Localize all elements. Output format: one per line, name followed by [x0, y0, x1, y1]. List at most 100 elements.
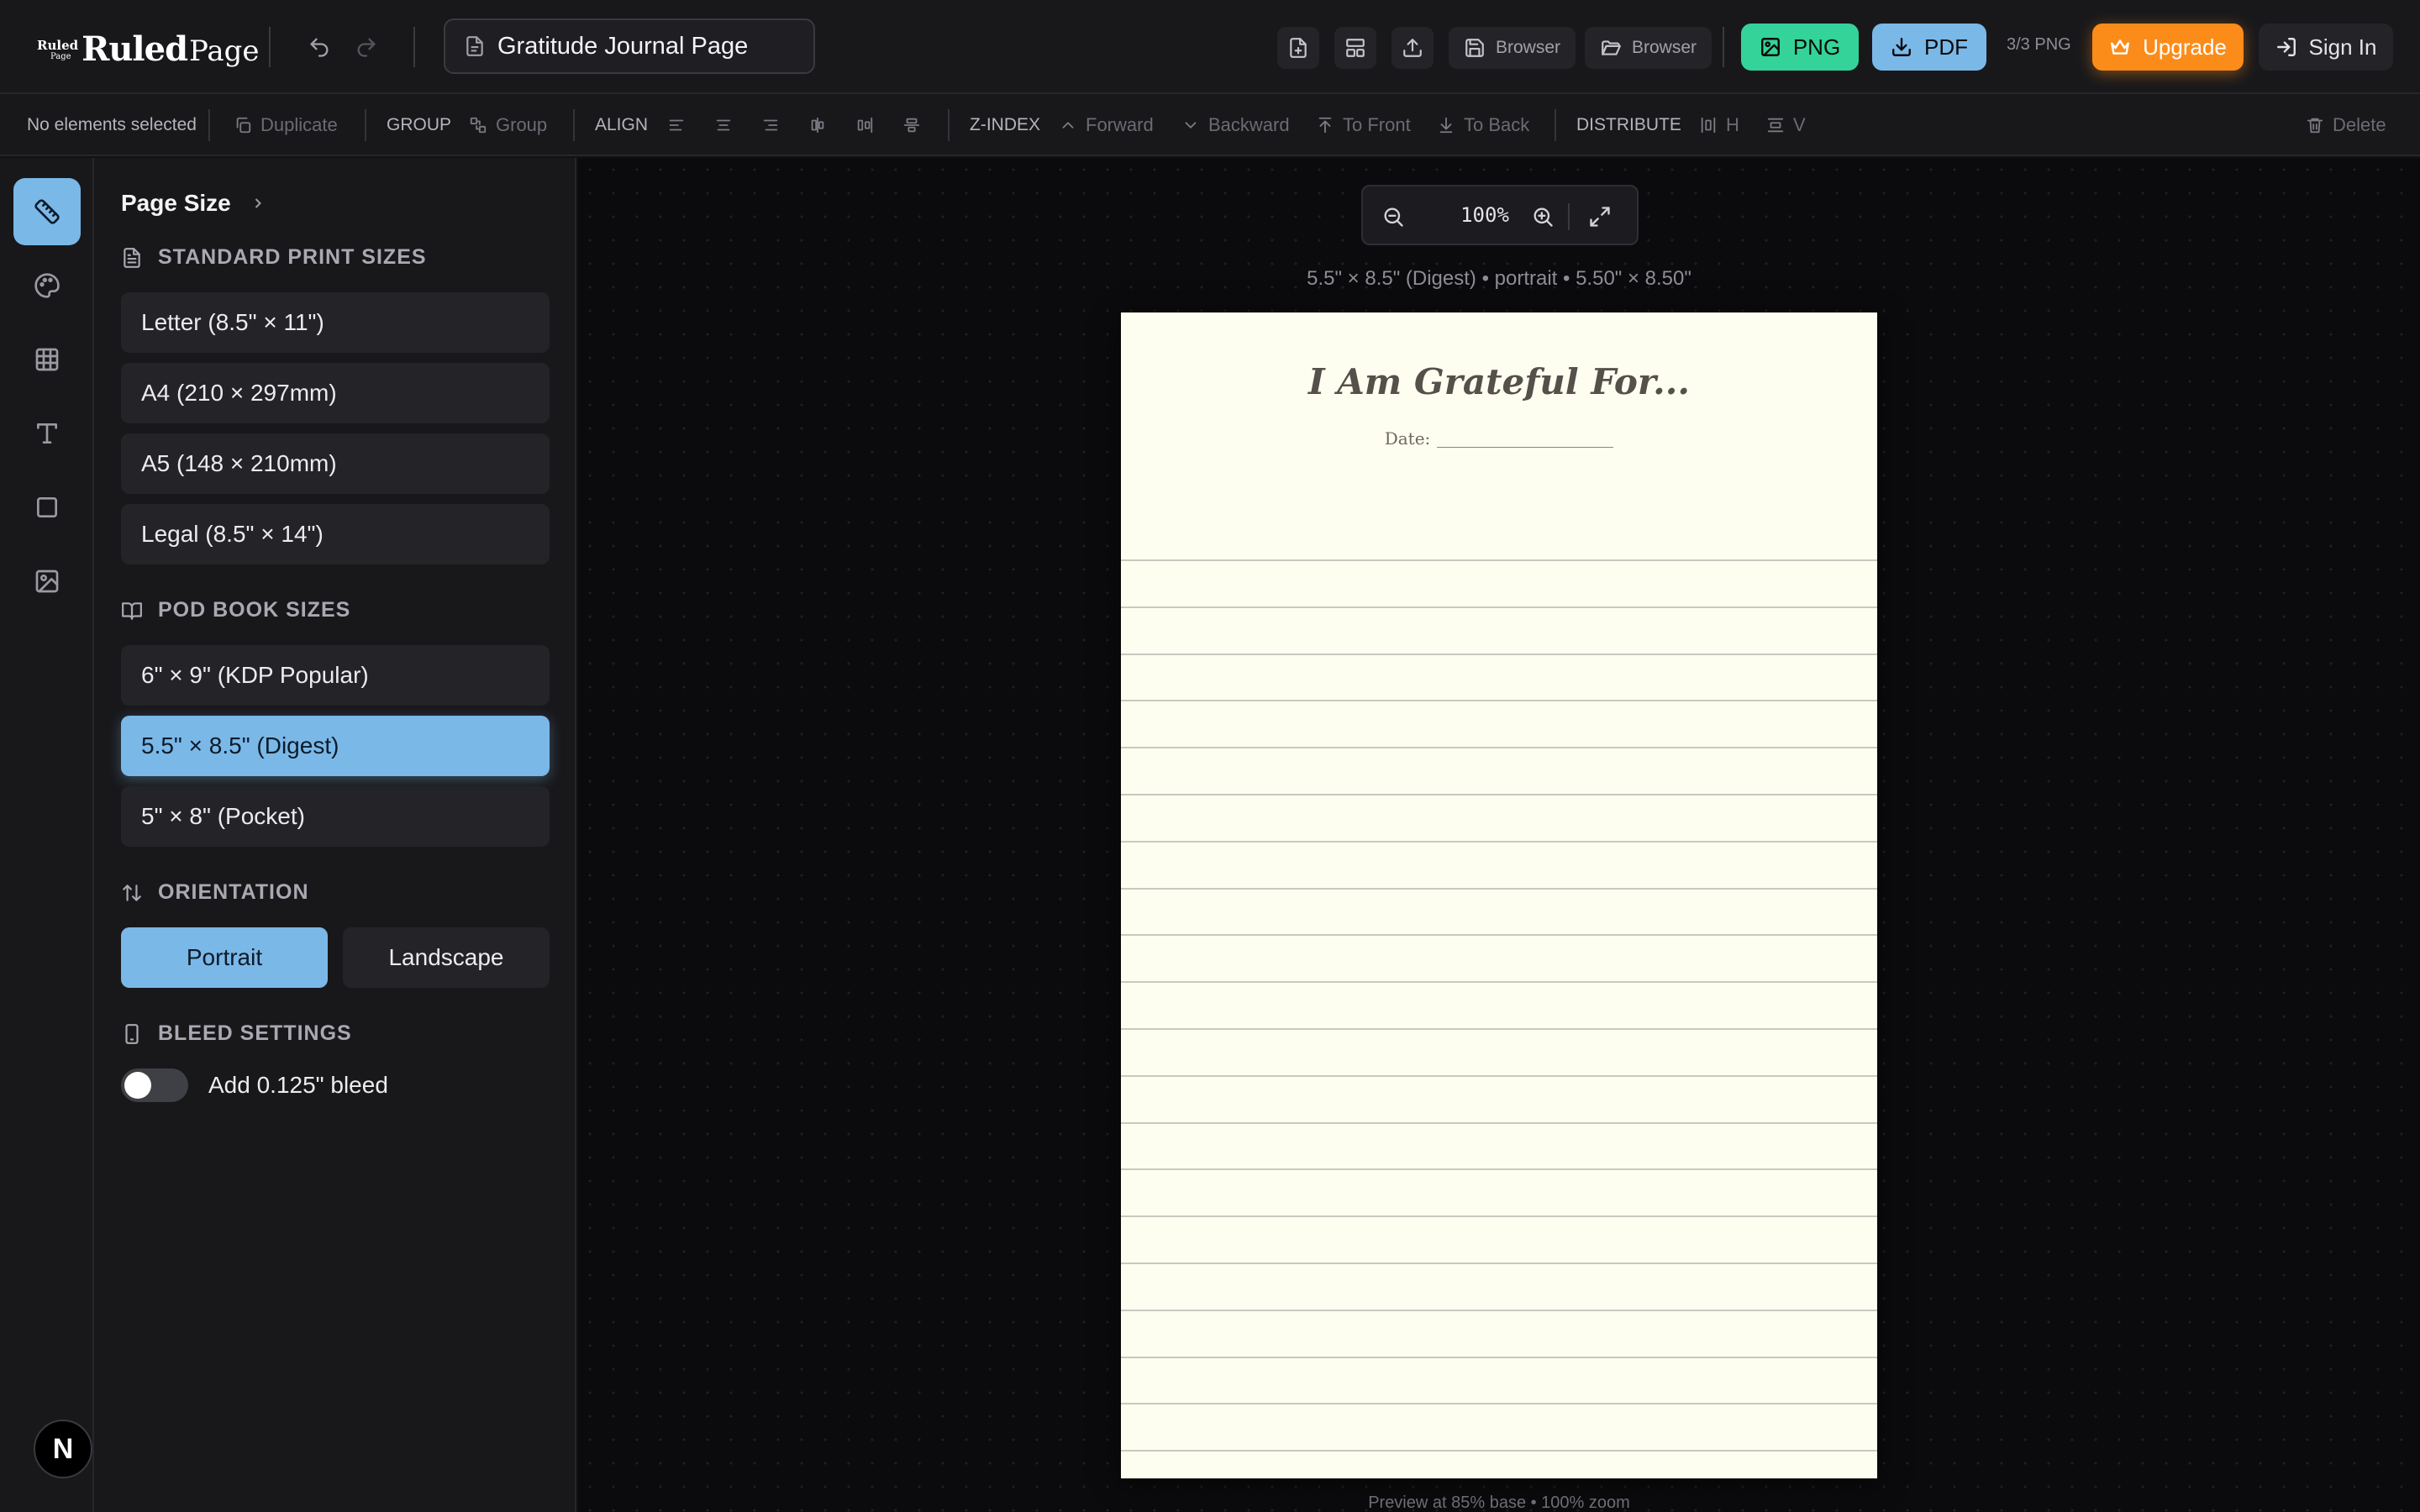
bleed-heading-text: BLEED SETTINGS [158, 1021, 352, 1045]
align-left-button[interactable] [667, 94, 686, 156]
rail-grid[interactable] [13, 326, 81, 393]
image-icon [1760, 38, 1780, 56]
delete-button[interactable]: Delete [2306, 94, 2386, 156]
bleed-toggle[interactable] [121, 1068, 188, 1102]
ruled-line [1121, 1310, 1877, 1311]
preview-note: Preview at 85% base • 100% zoom [1368, 1494, 1630, 1512]
save-browser-button[interactable]: Browser [1449, 27, 1576, 69]
redo-button[interactable] [350, 30, 383, 64]
distribute-horizontal-button[interactable]: H [1699, 94, 1739, 156]
size-option-digest[interactable]: 5.5" × 8.5" (Digest) [121, 716, 550, 776]
open-browser-button[interactable]: Browser [1585, 27, 1712, 69]
size-option-letter[interactable]: Letter (8.5" × 11") [121, 292, 550, 353]
smartphone-icon [125, 1023, 139, 1044]
export-button[interactable] [1392, 27, 1434, 69]
user-avatar[interactable]: N [34, 1420, 92, 1478]
size-option-legal[interactable]: Legal (8.5" × 14") [121, 504, 550, 564]
date-line[interactable]: Date: [1121, 428, 1877, 449]
rail-shapes[interactable] [13, 474, 81, 541]
size-option-kdp[interactable]: 6" × 9" (KDP Popular) [121, 645, 550, 706]
open-browser-label: Browser [1632, 38, 1697, 57]
rail-text[interactable] [13, 400, 81, 467]
book-open-icon [122, 601, 142, 620]
app-logo[interactable]: Ruled Page Ruled Page [37, 25, 260, 69]
rail-images[interactable] [13, 548, 81, 615]
chevron-up-icon [1062, 122, 1074, 129]
distribute-horizontal-icon [1701, 117, 1716, 134]
export-png-button[interactable]: PNG [1741, 24, 1859, 71]
page-info: 5.5" × 8.5" (Digest) • portrait • 5.50" … [1307, 267, 1691, 290]
image-icon [35, 570, 59, 593]
journal-title[interactable]: I Am Grateful For... [1121, 361, 1877, 402]
logo-word-ruled: Ruled [82, 29, 188, 69]
align-middle-button[interactable] [855, 94, 874, 156]
ruled-line [1121, 981, 1877, 983]
duplicate-label: Duplicate [260, 114, 338, 135]
orientation-portrait-button[interactable]: Portrait [121, 927, 328, 988]
crown-icon [2111, 39, 2130, 55]
align-right-button[interactable] [761, 94, 780, 156]
ruled-line [1121, 1450, 1877, 1452]
export-pdf-button[interactable]: PDF [1872, 24, 1986, 71]
selection-status-text: No elements selected [27, 115, 197, 134]
group-button[interactable]: Group [469, 94, 547, 156]
send-backward-button[interactable]: Backward [1181, 94, 1290, 156]
size-option-a4[interactable]: A4 (210 × 297mm) [121, 363, 550, 423]
to-back-button[interactable]: To Back [1437, 94, 1529, 156]
ruler-icon [34, 199, 60, 224]
align-center-button[interactable] [714, 94, 733, 156]
size-option-label: A4 (210 × 297mm) [141, 380, 337, 406]
ruled-line [1121, 794, 1877, 795]
size-option-a5[interactable]: A5 (148 × 210mm) [121, 433, 550, 494]
align-heading-text: ALIGN [595, 115, 649, 134]
size-option-label: 5.5" × 8.5" (Digest) [141, 732, 339, 759]
fit-screen-button[interactable] [1588, 205, 1612, 233]
to-front-label: To Front [1343, 114, 1411, 135]
design-canvas[interactable]: 100% 5.5" × 8.5" (Digest) • portrait • 5… [578, 158, 2420, 1512]
ruled-line [1121, 1215, 1877, 1217]
zoom-in-button[interactable] [1531, 205, 1555, 233]
document-name-field[interactable] [444, 18, 815, 74]
portrait-label: Portrait [186, 944, 263, 970]
ruled-line [1121, 1122, 1877, 1124]
ruled-line [1121, 1028, 1877, 1030]
align-top-button[interactable] [808, 94, 827, 156]
logo-mark: Ruled Page [37, 39, 78, 62]
align-bottom-button[interactable] [902, 94, 921, 156]
distribute-vertical-button[interactable]: V [1766, 94, 1806, 156]
arrow-up-to-line-icon [1318, 117, 1332, 134]
sign-in-button[interactable]: Sign In [2259, 24, 2393, 71]
align-right-icon [763, 119, 778, 131]
journal-page[interactable]: I Am Grateful For... Date: [1121, 312, 1877, 1478]
copy-icon [236, 117, 251, 134]
divider [269, 27, 271, 67]
palette-icon [34, 273, 60, 298]
duplicate-button[interactable]: Duplicate [234, 94, 338, 156]
undo-button[interactable] [302, 30, 336, 64]
upgrade-button[interactable]: Upgrade [2092, 24, 2244, 71]
logo-word-page: Page [189, 34, 260, 68]
layout-icon [1346, 39, 1365, 57]
rail-theme[interactable] [13, 252, 81, 319]
zoom-out-button[interactable] [1381, 205, 1405, 233]
upgrade-label: Upgrade [2143, 34, 2227, 60]
rail-page-size[interactable] [13, 178, 81, 245]
new-page-button[interactable] [1277, 27, 1319, 69]
document-name-input[interactable] [497, 32, 800, 60]
panel-title[interactable]: Page Size [121, 190, 266, 217]
orientation-landscape-button[interactable]: Landscape [343, 927, 550, 988]
element-toolbar: No elements selected Duplicate GROUP Gro… [0, 94, 2420, 156]
size-option-pocket[interactable]: 5" × 8" (Pocket) [121, 786, 550, 847]
distribute-h-label: H [1726, 114, 1739, 135]
avatar-letter: N [52, 1432, 74, 1465]
to-front-button[interactable]: To Front [1316, 94, 1411, 156]
save-icon [1465, 39, 1484, 57]
png-quota: 3/3 PNG [2007, 35, 2071, 54]
templates-button[interactable] [1334, 27, 1376, 69]
bleed-heading: BLEED SETTINGS [121, 1021, 352, 1046]
zindex-heading: Z-INDEX [970, 94, 1040, 156]
bring-forward-button[interactable]: Forward [1059, 94, 1154, 156]
align-left-icon [669, 119, 684, 131]
divider [1568, 203, 1570, 230]
group-label: Group [496, 114, 548, 135]
